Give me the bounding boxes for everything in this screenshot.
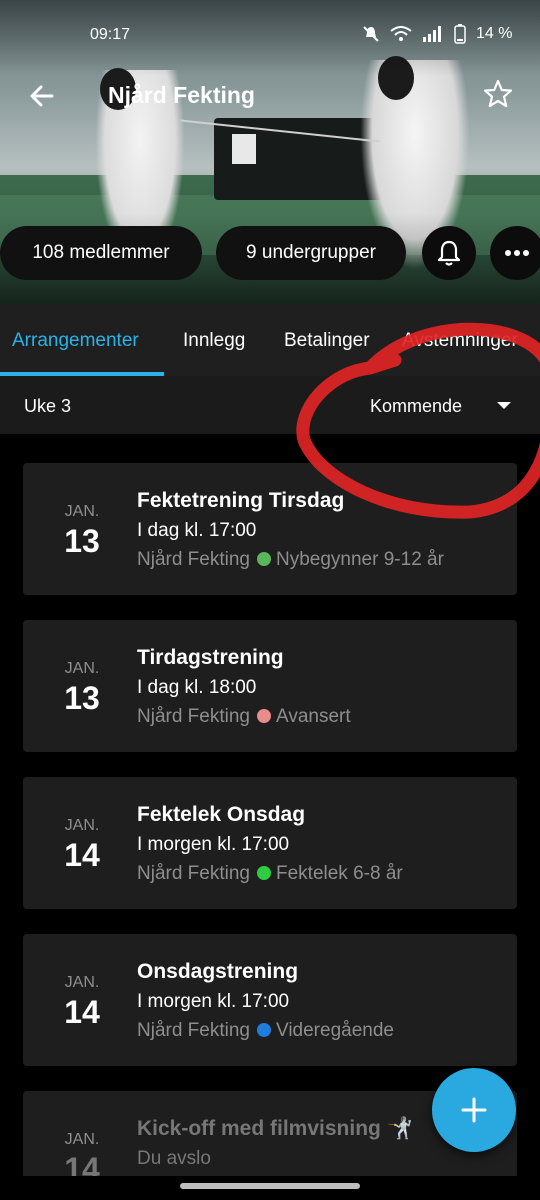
page-title: Njård Fekting (108, 82, 255, 108)
event-time: I dag kl. 18:00 (137, 677, 257, 698)
event-day: 13 (64, 680, 100, 716)
event-organizer: Njård Fekting (137, 1020, 250, 1041)
group-color-dot (257, 709, 271, 723)
event-group: Avansert (276, 706, 351, 727)
event-time: I morgen kl. 17:00 (137, 991, 290, 1012)
event-meta: Njård Fekting Fektelek 6-8 år (137, 863, 403, 885)
event-day: 14 (64, 837, 100, 873)
chevron-down-icon[interactable] (497, 402, 511, 409)
more-horizontal-icon (505, 250, 529, 256)
members-chip[interactable]: 108 medlemmer (0, 226, 202, 280)
event-title: Kick-off med filmvisning 🤺 (137, 1117, 413, 1140)
event-month: JAN. (64, 974, 100, 991)
event-time: I dag kl. 17:00 (137, 520, 257, 541)
week-label: Uke 3 (24, 396, 72, 416)
add-event-button[interactable] (432, 1068, 516, 1152)
event-card[interactable]: JAN. 13 Fektetrening Tirsdag I dag kl. 1… (23, 463, 517, 595)
bell-icon (437, 240, 461, 266)
tab-betalinger[interactable]: Betalinger (284, 330, 370, 352)
more-options-button[interactable] (490, 226, 540, 280)
event-organizer: Njård Fekting (137, 863, 250, 884)
notifications-button[interactable] (422, 226, 476, 280)
event-card[interactable]: JAN. 14 Onsdagstrening I morgen kl. 17:0… (23, 934, 517, 1066)
plus-icon (461, 1097, 487, 1123)
group-color-dot (257, 552, 271, 566)
group-color-dot (257, 866, 271, 880)
event-title: Tirdagstrening (137, 646, 284, 669)
tab-innlegg[interactable]: Innlegg (183, 330, 245, 352)
event-month: JAN. (64, 503, 100, 520)
event-organizer: Njård Fekting (137, 706, 250, 727)
tab-bar: Arrangementer Innlegg Betalinger Avstemn… (0, 304, 540, 376)
sort-dropdown[interactable]: Kommende (370, 396, 462, 417)
event-status: Du avslo (137, 1148, 211, 1169)
event-meta: Njård Fekting Avansert (137, 706, 351, 728)
group-info-chips: 108 medlemmer 9 undergrupper (0, 226, 540, 280)
event-meta: Njård Fekting Nybegynner 9-12 år (137, 549, 444, 571)
mute-icon (363, 26, 379, 42)
tab-avstemninger[interactable]: Avstemninger (402, 330, 518, 352)
home-indicator[interactable] (180, 1183, 360, 1189)
event-title: Fektetrening Tirsdag (137, 489, 345, 512)
tab-arrangementer[interactable]: Arrangementer (12, 330, 139, 352)
event-day: 13 (64, 523, 100, 559)
event-meta: Njård Fekting Videregående (137, 1020, 394, 1042)
battery-percent: 14 % (476, 25, 513, 42)
event-card[interactable]: JAN. 13 Tirdagstrening I dag kl. 18:00 N… (23, 620, 517, 752)
status-bar: 09:17 14 % (0, 22, 540, 48)
top-app-bar: Njård Fekting (0, 72, 540, 120)
subgroups-chip[interactable]: 9 undergrupper (216, 226, 406, 280)
event-card[interactable]: JAN. 14 Fektelek Onsdag I morgen kl. 17:… (23, 777, 517, 909)
back-arrow-icon[interactable] (26, 80, 58, 112)
filter-bar: Uke 3 Kommende (0, 376, 540, 434)
status-time: 09:17 (90, 26, 131, 43)
event-group: Fektelek 6-8 år (276, 863, 403, 884)
event-title: Fektelek Onsdag (137, 803, 306, 826)
event-title: Onsdagstrening (137, 960, 299, 983)
event-month: JAN. (64, 1131, 100, 1148)
event-group: Nybegynner 9-12 år (276, 549, 444, 570)
event-organizer: Njård Fekting (137, 549, 250, 570)
star-icon[interactable] (482, 78, 514, 110)
wifi-icon (390, 26, 412, 41)
group-color-dot (257, 1023, 271, 1037)
signal-icon (423, 26, 441, 42)
event-month: JAN. (64, 817, 100, 834)
event-time: I morgen kl. 17:00 (137, 834, 290, 855)
battery-icon (454, 24, 466, 44)
event-month: JAN. (64, 660, 100, 677)
event-day: 14 (64, 994, 100, 1030)
event-group: Videregående (276, 1020, 394, 1041)
